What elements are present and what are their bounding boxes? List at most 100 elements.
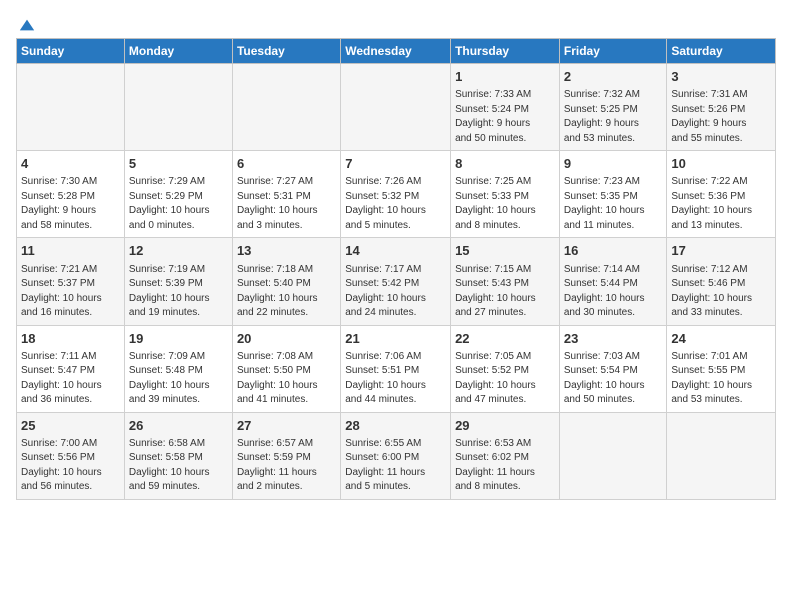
day-number: 6 [237, 155, 336, 173]
calendar-cell: 22 Sunrise: 7:05 AM Sunset: 5:52 PM Dayli… [451, 325, 560, 412]
day-number: 19 [129, 330, 228, 348]
day-info: Sunrise: 6:55 AM Sunset: 6:00 PM Dayligh… [345, 437, 446, 495]
calendar-cell: 4 Sunrise: 7:30 AM Sunset: 5:28 PM Daylig… [17, 151, 125, 238]
day-number: 16 [564, 242, 663, 260]
day-info: Sunrise: 7:22 AM Sunset: 5:36 PM Dayligh… [671, 175, 771, 233]
day-number: 1 [455, 68, 555, 86]
day-number: 4 [21, 155, 120, 173]
calendar-cell: 20 Sunrise: 7:08 AM Sunset: 5:50 PM Dayli… [232, 325, 340, 412]
day-number: 12 [129, 242, 228, 260]
day-number: 29 [455, 417, 555, 435]
day-number: 13 [237, 242, 336, 260]
calendar-cell [341, 64, 451, 151]
day-number: 22 [455, 330, 555, 348]
day-number: 17 [671, 242, 771, 260]
day-info: Sunrise: 7:11 AM Sunset: 5:47 PM Dayligh… [21, 350, 120, 408]
calendar-table: SundayMondayTuesdayWednesdayThursdayFrid… [16, 38, 776, 500]
calendar-cell [17, 64, 125, 151]
day-info: Sunrise: 7:19 AM Sunset: 5:39 PM Dayligh… [129, 263, 228, 321]
page-header [16, 16, 776, 30]
day-number: 24 [671, 330, 771, 348]
calendar-cell: 2 Sunrise: 7:32 AM Sunset: 5:25 PM Daylig… [559, 64, 667, 151]
day-number: 10 [671, 155, 771, 173]
calendar-cell: 9Sunrise: 7:23 AM Sunset: 5:35 PM Daylig… [559, 151, 667, 238]
day-number: 5 [129, 155, 228, 173]
calendar-cell: 21Sunrise: 7:06 AM Sunset: 5:51 PM Dayli… [341, 325, 451, 412]
col-header-sunday: Sunday [17, 39, 125, 64]
day-number: 27 [237, 417, 336, 435]
day-info: Sunrise: 6:57 AM Sunset: 5:59 PM Dayligh… [237, 437, 336, 495]
calendar-cell: 3 Sunrise: 7:31 AM Sunset: 5:26 PM Daylig… [667, 64, 776, 151]
day-info: Sunrise: 7:25 AM Sunset: 5:33 PM Dayligh… [455, 175, 555, 233]
day-number: 21 [345, 330, 446, 348]
week-row-3: 18 Sunrise: 7:11 AM Sunset: 5:47 PM Dayli… [17, 325, 776, 412]
week-row-0: 1 Sunrise: 7:33 AM Sunset: 5:24 PM Daylig… [17, 64, 776, 151]
day-info: Sunrise: 7:31 AM Sunset: 5:26 PM Dayligh… [671, 88, 771, 146]
calendar-cell: 16 Sunrise: 7:14 AM Sunset: 5:44 PM Dayli… [559, 238, 667, 325]
day-number: 28 [345, 417, 446, 435]
calendar-cell: 19 Sunrise: 7:09 AM Sunset: 5:48 PM Dayli… [124, 325, 232, 412]
day-info: Sunrise: 7:33 AM Sunset: 5:24 PM Dayligh… [455, 88, 555, 146]
day-info: Sunrise: 7:29 AM Sunset: 5:29 PM Dayligh… [129, 175, 228, 233]
day-number: 25 [21, 417, 120, 435]
day-number: 8 [455, 155, 555, 173]
calendar-cell: 12 Sunrise: 7:19 AM Sunset: 5:39 PM Dayli… [124, 238, 232, 325]
calendar-cell: 25 Sunrise: 7:00 AM Sunset: 5:56 PM Dayli… [17, 412, 125, 499]
day-info: Sunrise: 7:18 AM Sunset: 5:40 PM Dayligh… [237, 263, 336, 321]
day-number: 9 [564, 155, 663, 173]
week-row-4: 25 Sunrise: 7:00 AM Sunset: 5:56 PM Dayli… [17, 412, 776, 499]
day-number: 20 [237, 330, 336, 348]
calendar-cell [232, 64, 340, 151]
day-info: Sunrise: 7:09 AM Sunset: 5:48 PM Dayligh… [129, 350, 228, 408]
day-info: Sunrise: 7:00 AM Sunset: 5:56 PM Dayligh… [21, 437, 120, 495]
col-header-saturday: Saturday [667, 39, 776, 64]
day-number: 2 [564, 68, 663, 86]
logo [16, 16, 36, 30]
calendar-cell: 11 Sunrise: 7:21 AM Sunset: 5:37 PM Dayli… [17, 238, 125, 325]
calendar-cell: 24 Sunrise: 7:01 AM Sunset: 5:55 PM Dayli… [667, 325, 776, 412]
calendar-cell: 26 Sunrise: 6:58 AM Sunset: 5:58 PM Dayli… [124, 412, 232, 499]
col-header-friday: Friday [559, 39, 667, 64]
calendar-cell: 14 Sunrise: 7:17 AM Sunset: 5:42 PM Dayli… [341, 238, 451, 325]
calendar-cell: 10 Sunrise: 7:22 AM Sunset: 5:36 PM Dayli… [667, 151, 776, 238]
day-number: 15 [455, 242, 555, 260]
day-number: 3 [671, 68, 771, 86]
calendar-cell: 7 Sunrise: 7:26 AM Sunset: 5:32 PM Daylig… [341, 151, 451, 238]
day-info: Sunrise: 7:30 AM Sunset: 5:28 PM Dayligh… [21, 175, 120, 233]
day-info: Sunrise: 7:01 AM Sunset: 5:55 PM Dayligh… [671, 350, 771, 408]
calendar-cell [124, 64, 232, 151]
col-header-wednesday: Wednesday [341, 39, 451, 64]
calendar-cell: 13 Sunrise: 7:18 AM Sunset: 5:40 PM Dayli… [232, 238, 340, 325]
col-header-monday: Monday [124, 39, 232, 64]
day-number: 7 [345, 155, 446, 173]
day-info: Sunrise: 7:08 AM Sunset: 5:50 PM Dayligh… [237, 350, 336, 408]
day-number: 11 [21, 242, 120, 260]
calendar-cell [667, 412, 776, 499]
day-info: Sunrise: 6:58 AM Sunset: 5:58 PM Dayligh… [129, 437, 228, 495]
day-info: Sunrise: 7:14 AM Sunset: 5:44 PM Dayligh… [564, 263, 663, 321]
calendar-cell: 28 Sunrise: 6:55 AM Sunset: 6:00 PM Dayli… [341, 412, 451, 499]
calendar-cell: 27 Sunrise: 6:57 AM Sunset: 5:59 PM Dayli… [232, 412, 340, 499]
day-info: Sunrise: 6:53 AM Sunset: 6:02 PM Dayligh… [455, 437, 555, 495]
calendar-cell: 6Sunrise: 7:27 AM Sunset: 5:31 PM Daylig… [232, 151, 340, 238]
day-number: 14 [345, 242, 446, 260]
day-info: Sunrise: 7:17 AM Sunset: 5:42 PM Dayligh… [345, 263, 446, 321]
day-number: 26 [129, 417, 228, 435]
calendar-cell: 8 Sunrise: 7:25 AM Sunset: 5:33 PM Daylig… [451, 151, 560, 238]
day-info: Sunrise: 7:21 AM Sunset: 5:37 PM Dayligh… [21, 263, 120, 321]
header-row: SundayMondayTuesdayWednesdayThursdayFrid… [17, 39, 776, 64]
calendar-cell [559, 412, 667, 499]
calendar-cell: 29 Sunrise: 6:53 AM Sunset: 6:02 PM Dayli… [451, 412, 560, 499]
col-header-thursday: Thursday [451, 39, 560, 64]
calendar-cell: 18 Sunrise: 7:11 AM Sunset: 5:47 PM Dayli… [17, 325, 125, 412]
week-row-1: 4 Sunrise: 7:30 AM Sunset: 5:28 PM Daylig… [17, 151, 776, 238]
day-info: Sunrise: 7:26 AM Sunset: 5:32 PM Dayligh… [345, 175, 446, 233]
calendar-cell: 17Sunrise: 7:12 AM Sunset: 5:46 PM Dayli… [667, 238, 776, 325]
day-info: Sunrise: 7:15 AM Sunset: 5:43 PM Dayligh… [455, 263, 555, 321]
day-number: 18 [21, 330, 120, 348]
day-info: Sunrise: 7:03 AM Sunset: 5:54 PM Dayligh… [564, 350, 663, 408]
day-info: Sunrise: 7:05 AM Sunset: 5:52 PM Dayligh… [455, 350, 555, 408]
day-info: Sunrise: 7:32 AM Sunset: 5:25 PM Dayligh… [564, 88, 663, 146]
calendar-cell: 5 Sunrise: 7:29 AM Sunset: 5:29 PM Daylig… [124, 151, 232, 238]
week-row-2: 11 Sunrise: 7:21 AM Sunset: 5:37 PM Dayli… [17, 238, 776, 325]
